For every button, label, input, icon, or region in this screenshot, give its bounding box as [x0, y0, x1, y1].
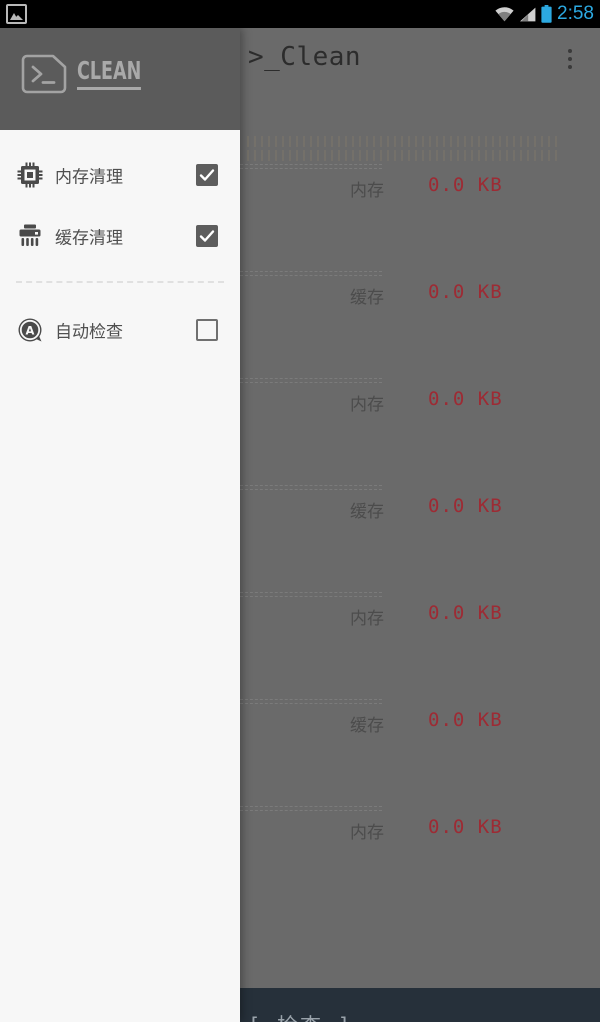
- cpu-chip-icon: [16, 161, 44, 189]
- row-size-value: 0.0 KB: [428, 281, 503, 303]
- shredder-icon: [16, 222, 44, 250]
- row-separator: [240, 485, 382, 490]
- row-separator: [240, 806, 382, 811]
- sidebar-item-memory-clean[interactable]: 内存清理: [0, 144, 240, 205]
- status-bar: 2:58: [0, 0, 600, 28]
- sidebar-item-cache-clean[interactable]: 缓存清理: [0, 205, 240, 266]
- row-type-label: 内存: [350, 181, 384, 201]
- image-icon-glyph: [10, 13, 23, 20]
- status-bar-clock: 2:58: [557, 3, 594, 24]
- row-type-label: 内存: [350, 395, 384, 415]
- row-size-value: 0.0 KB: [428, 495, 503, 517]
- row-type-label: 缓存: [350, 716, 384, 736]
- image-icon: [6, 4, 27, 24]
- row-separator: [240, 378, 382, 383]
- sidebar-item-label: 自动检查: [55, 322, 123, 342]
- sidebar-item-label: 缓存清理: [55, 228, 123, 248]
- overflow-dot: [568, 49, 572, 53]
- more-vertical-icon[interactable]: [556, 42, 584, 76]
- auto-check-checkbox[interactable]: [196, 318, 218, 341]
- cache-clean-checkbox[interactable]: [196, 224, 218, 247]
- row-separator: [240, 699, 382, 704]
- row-size-value: 0.0 KB: [428, 388, 503, 410]
- row-size-value: 0.0 KB: [428, 174, 503, 196]
- app-logo: CLEAN: [20, 54, 159, 94]
- app-logo-text: CLEAN: [77, 58, 142, 90]
- tick-texture-band: [247, 150, 561, 161]
- row-separator: [240, 592, 382, 597]
- overflow-dot: [568, 65, 572, 69]
- row-type-label: 内存: [350, 609, 384, 629]
- menu-divider: [16, 281, 224, 284]
- row-type-label: 内存: [350, 823, 384, 843]
- memory-clean-checkbox[interactable]: [196, 163, 218, 186]
- row-size-value: 0.0 KB: [428, 709, 503, 731]
- overflow-dot: [568, 57, 572, 61]
- sidebar-item-label: 内存清理: [55, 167, 123, 187]
- row-type-label: 缓存: [350, 288, 384, 308]
- row-size-value: 0.0 KB: [428, 816, 503, 838]
- drawer-menu: 内存清理 缓存清理 A 自动检查: [0, 130, 240, 360]
- svg-text:A: A: [26, 323, 35, 337]
- row-type-label: 缓存: [350, 502, 384, 522]
- tick-texture-band: [247, 136, 561, 147]
- terminal-prompt-icon: [20, 54, 68, 94]
- navigation-drawer[interactable]: CLEAN 内存清理 缓存清理 A 自动检查: [0, 28, 240, 1022]
- drawer-header: CLEAN: [0, 28, 240, 130]
- status-bar-icons: 2:58: [495, 0, 594, 28]
- app-screen: >_Clean 内存 0.0 KB 缓存 0.0 KB 内存 0.0 KB 缓存 0.0 KB…: [0, 0, 600, 1022]
- page-title: >_Clean: [248, 42, 362, 72]
- row-separator: [240, 271, 382, 276]
- row-separator: [240, 164, 382, 169]
- sidebar-item-auto-check[interactable]: A 自动检查: [0, 299, 240, 360]
- auto-circle-a-icon: A: [16, 316, 44, 344]
- row-size-value: 0.0 KB: [428, 602, 503, 624]
- wifi-icon: [495, 6, 514, 22]
- cellular-signal-icon: [519, 7, 536, 22]
- battery-full-icon: [541, 5, 552, 23]
